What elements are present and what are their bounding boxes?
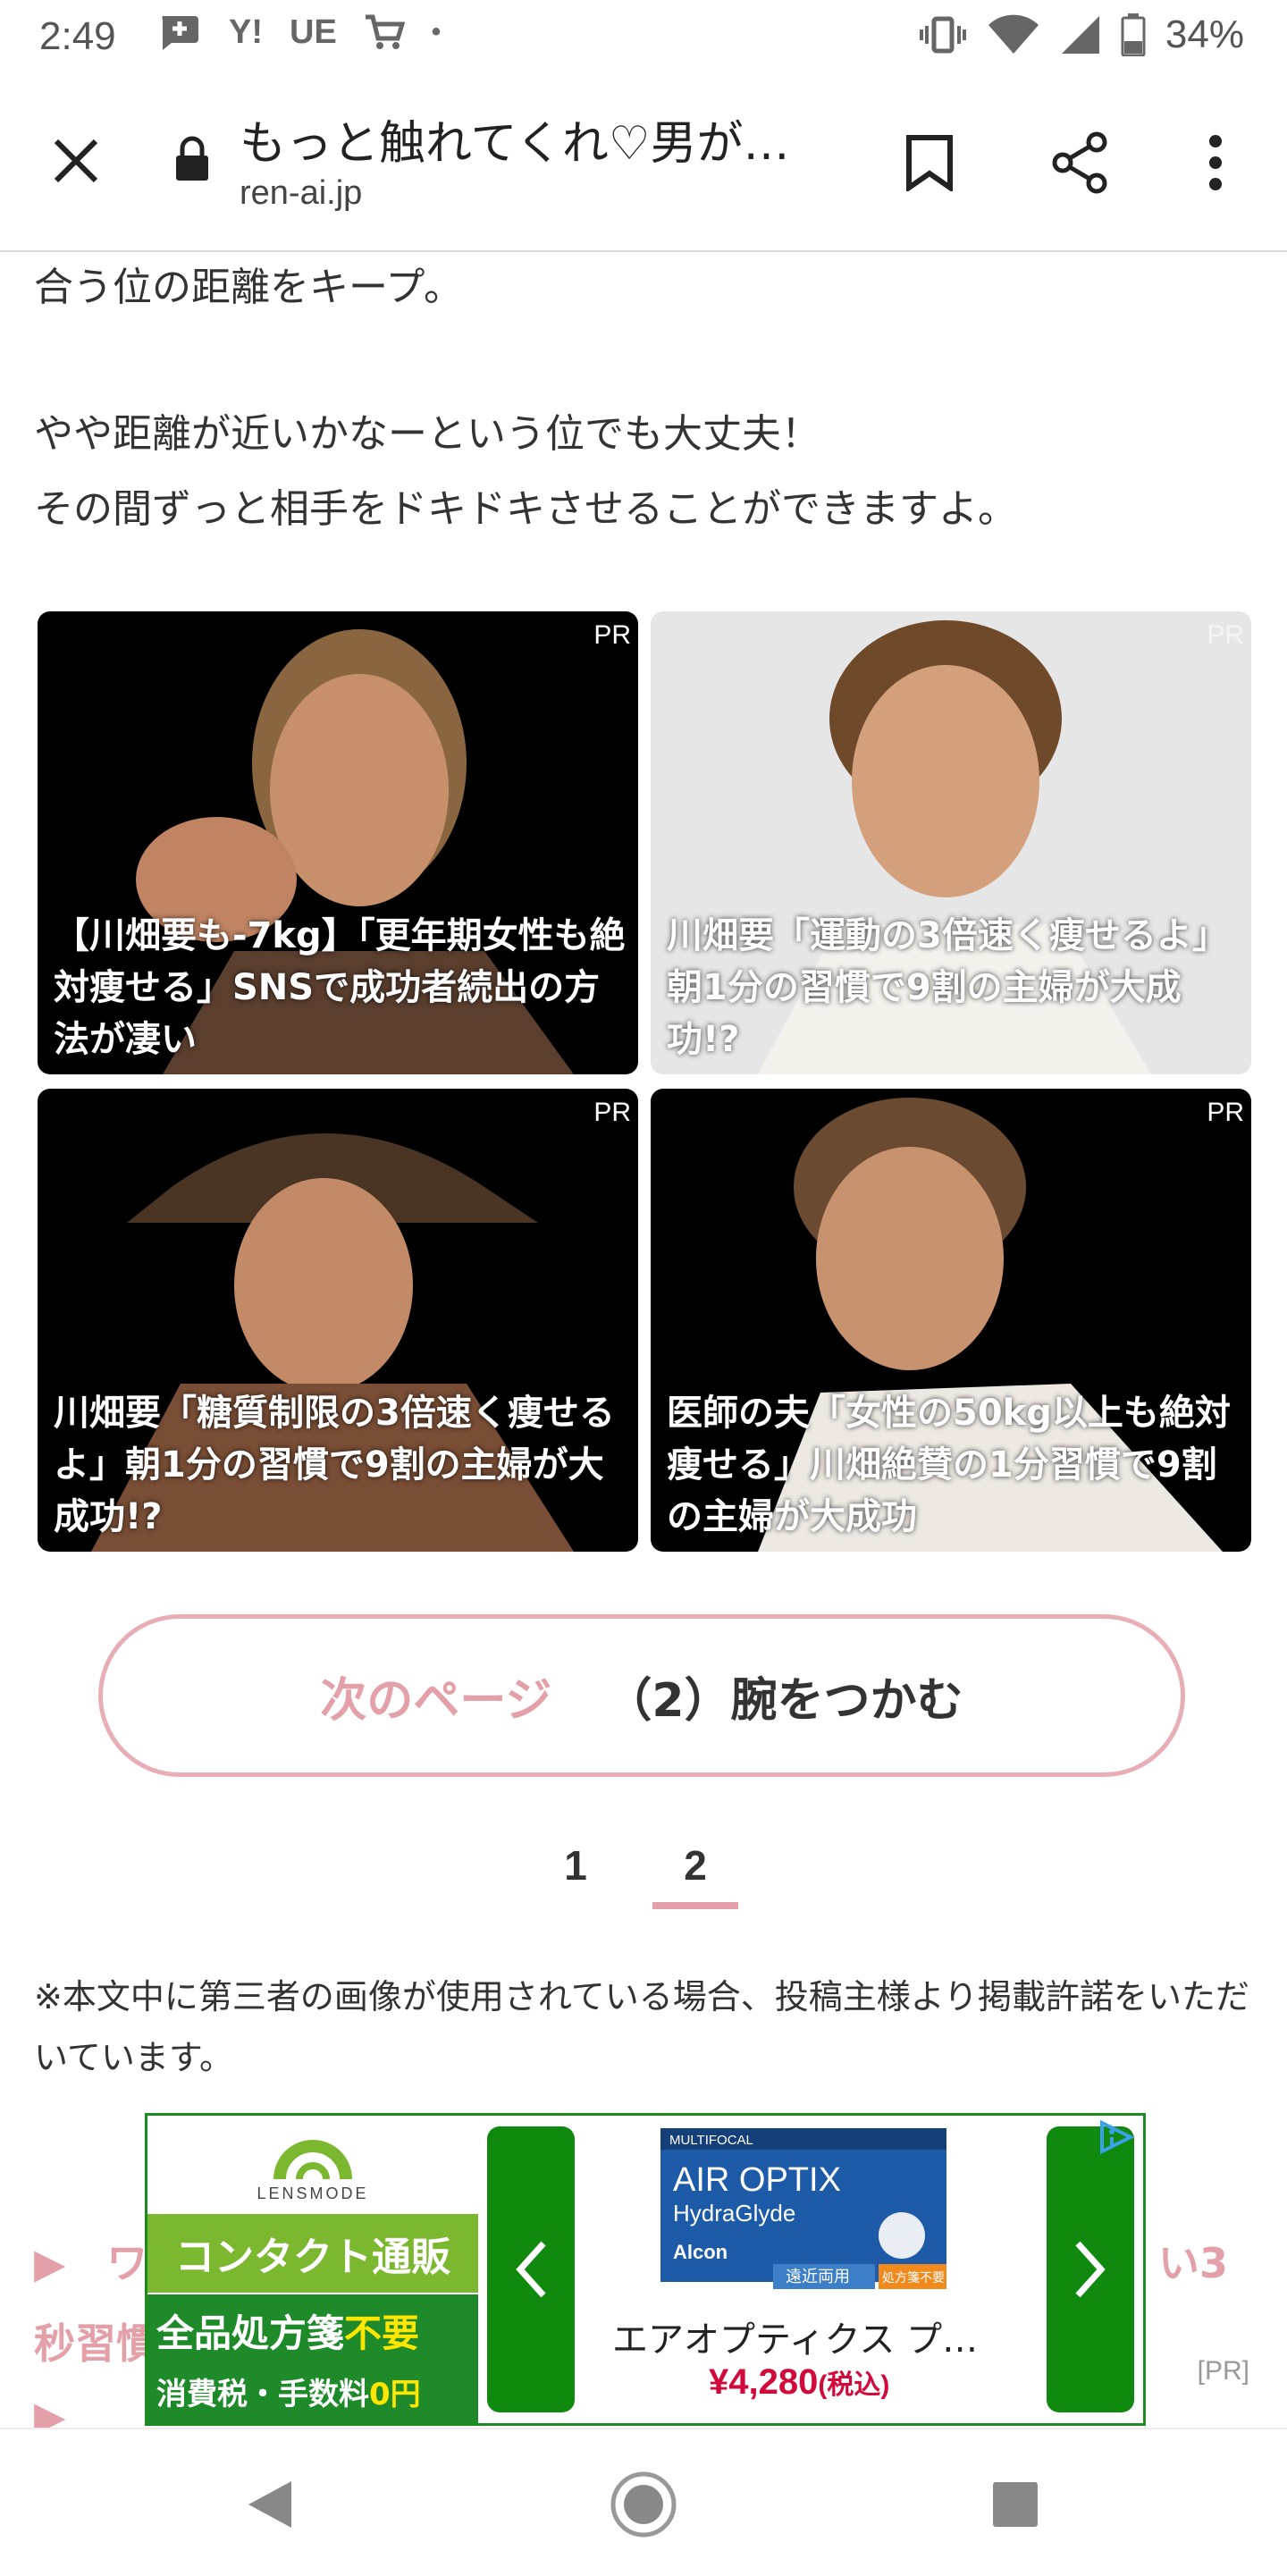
vibrate-icon — [919, 16, 966, 54]
recents-icon — [993, 2482, 1038, 2527]
ue-icon: UE — [290, 13, 337, 51]
nav-home-button[interactable] — [608, 2469, 679, 2540]
product-box-label2: 処方箋不要 — [882, 2271, 945, 2286]
product-box-sub: HydraGlyde — [673, 2200, 795, 2227]
nav-back-button[interactable] — [234, 2469, 306, 2540]
system-nav-bar — [0, 2428, 1287, 2576]
related-link[interactable]: 秒習慣 — [34, 2311, 157, 2370]
page-link-1[interactable]: 1 — [549, 1841, 602, 1909]
bookmark-button[interactable] — [894, 127, 965, 198]
signal-icon — [1061, 16, 1099, 54]
promo-line-2: 消費税・手数料0円 — [156, 2377, 421, 2412]
pr-label: PR — [1207, 620, 1244, 650]
wifi-icon — [988, 14, 1039, 54]
product-box-label1: 遠近両用 — [786, 2268, 850, 2286]
promo-banner: 全品処方箋不要 消費税・手数料0円 — [147, 2294, 478, 2423]
status-time: 2:49 — [39, 14, 116, 58]
cart-icon — [365, 14, 405, 49]
article-line: その間ずっと相手をドキドキさせることができますよ。 — [34, 486, 1017, 532]
yahoo-icon: Y! — [229, 13, 263, 51]
dot-icon: • — [431, 17, 442, 46]
nav-recents-button[interactable] — [980, 2469, 1051, 2540]
ad-caption: 川畑要「運動の3倍速く痩せるよ」朝1分の習慣で9割の主婦が大成功!? — [667, 915, 1228, 1060]
lock-icon — [176, 136, 208, 181]
product-box-maker: Alcon — [673, 2241, 728, 2263]
product-box-tag: MULTIFOCAL — [669, 2133, 753, 2148]
lensmode-logo: LENSMODE — [147, 2116, 478, 2214]
battery-icon — [1121, 13, 1146, 56]
share-button[interactable] — [1044, 127, 1115, 198]
page-link-2-current[interactable]: 2 — [652, 1841, 738, 1909]
bookmark-icon — [906, 135, 953, 191]
next-page-button[interactable]: 次のページ （2）腕をつかむ — [98, 1614, 1185, 1777]
ad-caption: 川畑要「糖質制限の3倍速く痩せるよ」朝1分の習慣で9割の主婦が大成功!? — [54, 1393, 615, 1537]
product-price: ¥4,280(税込) — [709, 2362, 890, 2402]
carousel-next-button[interactable] — [1047, 2126, 1134, 2412]
page-domain[interactable]: ren-ai.jp — [240, 174, 362, 213]
ad-caption: 医師の夫「女性の50kg以上も絶対痩せる」川畑絶賛の1分習慣で9割の主婦が大成功 — [667, 1393, 1231, 1537]
article-line: やや距離が近いかなーという位でも大丈夫！ — [34, 411, 820, 457]
bottom-ad-banner[interactable]: LENSMODE コンタクト通販 全品処方箋不要 消費税・手数料0円 MULTI… — [145, 2113, 1146, 2426]
related-link[interactable]: ▶ ワ — [34, 2231, 147, 2290]
ad-card[interactable]: PR 医師の夫「女性の50kg以上も絶対痩せる」川畑絶賛の1分習慣で9割の主婦が… — [651, 1089, 1251, 1552]
back-icon — [248, 2481, 291, 2528]
product-name[interactable]: エアオプティクス プ… — [612, 2311, 1014, 2362]
ad-card[interactable]: PR 川畑要「運動の3倍速く痩せるよ」朝1分の習慣で9割の主婦が大成功!? — [651, 611, 1251, 1074]
ad-card[interactable]: PR 川畑要「糖質制限の3倍速く痩せるよ」朝1分の習慣で9割の主婦が大成功!? — [38, 1089, 638, 1552]
product-box-name: AIR OPTIX — [673, 2161, 841, 2199]
pr-ad-grid: PR 【川畑要も-7kg】「更年期女性も絶対痩せる」SNSで成功者続出の方法が凄… — [38, 611, 1253, 1552]
chevron-right-icon — [1075, 2241, 1106, 2298]
pagination: 1 2 — [0, 1841, 1287, 1909]
next-page-title: （2）腕をつかむ — [605, 1673, 963, 1728]
next-page-label: 次のページ — [320, 1673, 552, 1728]
ad-card[interactable]: PR 【川畑要も-7kg】「更年期女性も絶対痩せる」SNSで成功者続出の方法が凄… — [38, 611, 638, 1074]
lensmode-ad-panel[interactable]: LENSMODE コンタクト通販 全品処方箋不要 消費税・手数料0円 — [147, 2116, 478, 2423]
related-link[interactable]: い3 — [1158, 2231, 1228, 2290]
chevron-left-icon — [516, 2241, 546, 2298]
share-icon — [1052, 131, 1107, 194]
pr-label: PR — [1207, 1098, 1244, 1127]
brand-name: LENSMODE — [257, 2184, 369, 2202]
lensmode-logo-icon — [273, 2139, 352, 2179]
ad-caption: 【川畑要も-7kg】「更年期女性も絶対痩せる」SNSで成功者続出の方法が凄い — [54, 915, 626, 1060]
system-status: 34% — [919, 13, 1244, 57]
browser-toolbar: もっと触れてくれ♡男が… ren-ai.jp — [0, 80, 1287, 252]
more-vert-icon — [1209, 135, 1222, 190]
product-image: MULTIFOCAL AIR OPTIX HydraGlyde Alcon 遠近… — [660, 2128, 946, 2289]
promo-line-1: 全品処方箋不要 — [156, 2311, 420, 2355]
close-button[interactable] — [45, 130, 107, 192]
chat-add-icon — [162, 16, 198, 50]
pr-label: PR — [593, 1098, 631, 1127]
contact-mailorder-banner: コンタクト通販 — [147, 2214, 478, 2293]
menu-button[interactable] — [1180, 127, 1251, 198]
image-permission-note: ※本文中に第三者の画像が使用されている場合、投稿主様より掲載許諾をいただいていま… — [34, 1977, 1249, 2077]
article-body: 合う位の距離をキープ。 やや距離が近いかなーという位でも大丈夫！ その間ずっと相… — [34, 250, 1258, 547]
article-line: 合う位の距離をキープ。 — [34, 265, 464, 310]
carousel-prev-button[interactable] — [487, 2126, 575, 2412]
battery-percent: 34% — [1165, 13, 1244, 56]
close-icon — [54, 139, 98, 183]
pr-label: PR — [593, 620, 631, 650]
status-bar: 2:49 Y! UE • 34% — [0, 0, 1287, 80]
notification-icons: Y! UE • — [157, 13, 441, 52]
adchoices-icon[interactable] — [1097, 2119, 1138, 2155]
home-icon — [610, 2471, 677, 2538]
ad-pr-label: [PR] — [1197, 2356, 1249, 2386]
page-title[interactable]: もっと触れてくれ♡男が… — [240, 105, 790, 173]
